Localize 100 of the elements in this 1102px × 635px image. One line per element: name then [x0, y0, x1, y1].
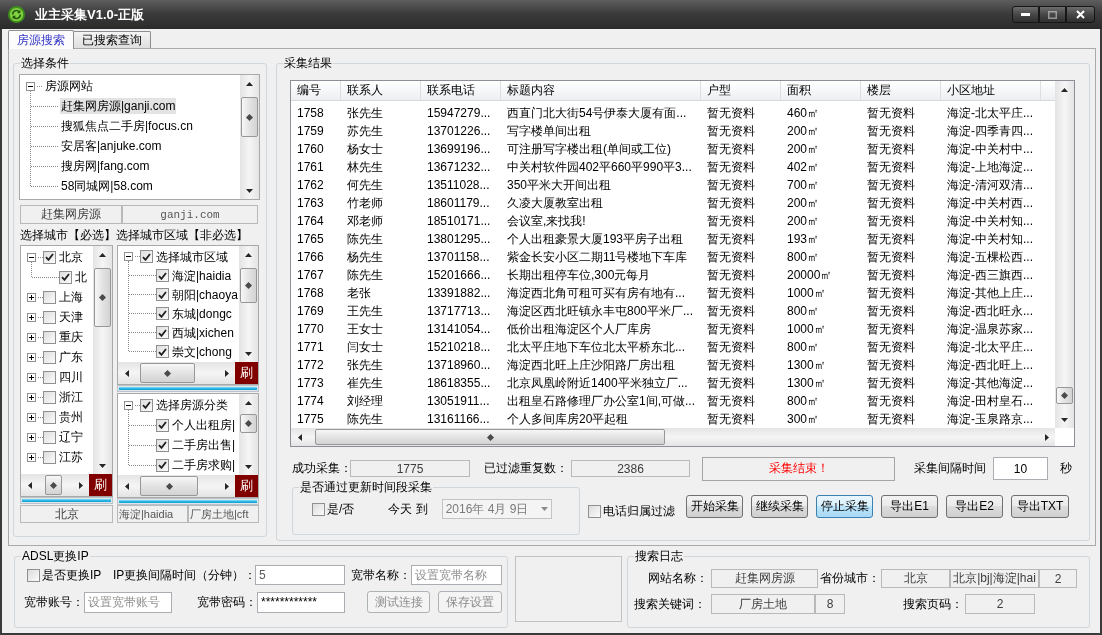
region-field[interactable]: 北京|bj|海淀|hai [950, 569, 1039, 588]
tree-item[interactable]: 天津 [58, 309, 84, 325]
checkbox[interactable] [43, 390, 56, 404]
export-button[interactable]: 导出E1 [881, 495, 938, 518]
plus-box-icon[interactable] [27, 432, 36, 442]
connection-name-field[interactable]: 设置宽带名称 [411, 565, 502, 585]
horizontal-scrollbar[interactable] [118, 475, 235, 497]
checkbox[interactable] [156, 269, 169, 282]
tree-item[interactable]: 北 [74, 269, 88, 285]
tree-item[interactable]: 个人出租房| [171, 417, 237, 433]
column-header[interactable]: 编号 [291, 81, 341, 100]
account-field[interactable]: 设置宽带账号 [84, 591, 172, 613]
plus-box-icon[interactable] [27, 412, 36, 422]
minus-box-icon[interactable] [27, 252, 36, 262]
plus-box-icon[interactable] [27, 332, 36, 342]
checkbox[interactable] [43, 430, 56, 444]
column-header[interactable]: 联系人 [341, 81, 421, 100]
minus-box-icon[interactable] [124, 400, 133, 410]
tree-item[interactable]: 58同城网|58.com [60, 178, 154, 194]
checkbox[interactable] [156, 458, 169, 472]
checkbox[interactable] [43, 250, 56, 264]
column-header[interactable]: 楼层 [861, 81, 941, 100]
horizontal-scrollbar[interactable] [118, 362, 235, 384]
region-field[interactable]: 2 [1039, 569, 1077, 588]
vertical-scrollbar[interactable] [93, 246, 112, 474]
export-button[interactable]: 导出E2 [946, 495, 1003, 518]
checkbox[interactable] [156, 345, 169, 358]
selected-district-field[interactable]: 海淀|haidia [117, 505, 188, 523]
checkbox[interactable] [43, 350, 56, 364]
plus-box-icon[interactable] [27, 392, 36, 402]
scroll-thumb[interactable] [94, 268, 111, 327]
region-field[interactable]: 北京 [881, 569, 950, 588]
tree-item[interactable]: 二手房出售| [171, 437, 237, 453]
tree-item[interactable]: 四川 [58, 369, 84, 385]
column-header[interactable]: 标题内容 [501, 81, 701, 100]
tree-item[interactable]: 选择城市区域 [155, 248, 229, 265]
tree-item[interactable]: 西城|xichen [171, 324, 235, 341]
checkbox[interactable] [43, 330, 56, 344]
column-header[interactable]: 小区地址 [941, 81, 1041, 100]
checkbox[interactable] [156, 307, 169, 320]
refresh-button[interactable]: 刷 [235, 362, 258, 384]
tree-item[interactable]: 贵州 [58, 409, 84, 425]
tree-item[interactable]: 朝阳|chaoya [171, 286, 239, 303]
stop-button[interactable]: 停止采集 [816, 495, 873, 518]
vertical-scrollbar[interactable] [239, 246, 258, 362]
column-header[interactable]: 户型 [701, 81, 781, 100]
maximize-button[interactable] [1039, 6, 1066, 23]
column-header[interactable]: 联系电话 [421, 81, 501, 100]
tree-item[interactable]: 浙江 [58, 389, 84, 405]
vertical-scrollbar[interactable] [240, 75, 259, 199]
filtered-count-field[interactable]: 2386 [571, 460, 690, 477]
tree-item[interactable]: 房源网站 [44, 78, 94, 94]
scroll-thumb[interactable] [241, 97, 258, 137]
plus-box-icon[interactable] [27, 352, 36, 362]
start-button[interactable]: 开始采集 [686, 495, 743, 518]
minus-box-icon[interactable] [124, 252, 133, 261]
tree-item[interactable]: 江苏 [58, 449, 84, 465]
page-field[interactable]: 2 [965, 594, 1035, 614]
checkbox[interactable] [43, 450, 56, 464]
scroll-thumb[interactable] [240, 414, 257, 433]
checkbox[interactable]: 是否更换IP [27, 566, 105, 584]
tree-item[interactable]: 二手房求购| [171, 457, 237, 473]
tree-item[interactable]: 广东 [58, 349, 84, 365]
refresh-button[interactable]: 刷 [235, 475, 258, 497]
password-field[interactable]: ************ [257, 591, 345, 613]
plus-box-icon[interactable] [27, 452, 36, 462]
horizontal-scrollbar[interactable] [291, 428, 1055, 446]
selected-city-field[interactable]: 北京 [20, 505, 113, 523]
scroll-thumb[interactable] [140, 476, 198, 496]
plus-box-icon[interactable] [27, 372, 36, 382]
checkbox[interactable] [43, 310, 56, 324]
interval-field[interactable]: 5 [255, 565, 345, 585]
scroll-thumb[interactable] [315, 429, 665, 445]
site-name-field[interactable]: 赶集网房源 [20, 205, 122, 224]
horizontal-scrollbar[interactable] [21, 474, 89, 496]
tree-item[interactable]: 搜狐焦点二手房|focus.cn [60, 118, 194, 134]
resume-button[interactable]: 继续采集 [751, 495, 808, 518]
checkbox[interactable] [156, 288, 169, 301]
scroll-thumb[interactable] [1056, 387, 1073, 404]
checkbox[interactable]: 电话归属过滤 [588, 503, 675, 520]
scroll-thumb[interactable] [240, 268, 257, 303]
export-button[interactable]: 导出TXT [1011, 495, 1069, 518]
checkbox[interactable] [156, 326, 169, 339]
checkbox[interactable] [59, 270, 72, 284]
vertical-scrollbar[interactable] [1055, 81, 1074, 428]
checkbox[interactable] [140, 250, 153, 263]
tree-item[interactable]: 崇文|chong [171, 343, 233, 360]
plus-box-icon[interactable] [27, 292, 36, 302]
checkbox[interactable] [140, 398, 153, 412]
minus-box-icon[interactable] [26, 81, 35, 91]
scroll-thumb[interactable] [45, 475, 62, 495]
refresh-button[interactable]: 刷 [89, 474, 112, 496]
checkbox[interactable] [156, 418, 169, 432]
plus-box-icon[interactable] [27, 312, 36, 322]
tree-item[interactable]: 上海 [58, 289, 84, 305]
tab[interactable]: 房源搜索 [8, 30, 74, 49]
tree-item[interactable]: 重庆 [58, 329, 84, 345]
scroll-thumb[interactable] [140, 363, 195, 383]
tree-item[interactable]: 安居客|anjuke.com [60, 138, 163, 154]
column-header[interactable]: 面积 [781, 81, 861, 100]
